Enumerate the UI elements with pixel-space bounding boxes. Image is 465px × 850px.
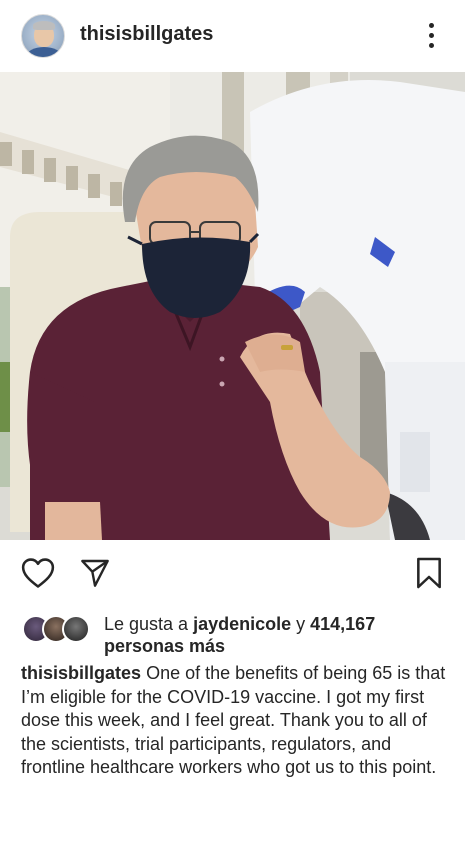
post-photo[interactable] <box>0 72 465 540</box>
username[interactable]: thisisbillgates <box>80 23 213 46</box>
likes-text: Le gusta a jaydenicole y 414,167 persona… <box>104 613 444 657</box>
more-options-icon[interactable] <box>418 18 444 52</box>
caption-username[interactable]: thisisbillgates <box>21 663 141 683</box>
likes-middle: y <box>291 614 311 634</box>
likes-prefix: Le gusta a <box>104 614 194 634</box>
avatar <box>62 615 90 643</box>
bookmark-icon[interactable] <box>411 555 447 591</box>
avatar[interactable] <box>21 14 65 58</box>
action-bar <box>0 550 465 594</box>
paper-plane-icon[interactable] <box>77 555 113 591</box>
likes-summary[interactable]: Le gusta a jaydenicole y 414,167 persona… <box>22 611 452 659</box>
post-header: thisisbillgates <box>0 0 465 70</box>
heart-icon[interactable] <box>20 555 56 591</box>
likes-count[interactable]: 414,167 <box>310 614 375 634</box>
liker-username[interactable]: jaydenicole <box>193 614 291 634</box>
post-caption: thisisbillgates One of the benefits of b… <box>21 662 453 780</box>
likes-suffix[interactable]: personas más <box>104 636 225 656</box>
post-photo-illustration <box>0 72 465 540</box>
liker-avatars <box>22 615 94 643</box>
